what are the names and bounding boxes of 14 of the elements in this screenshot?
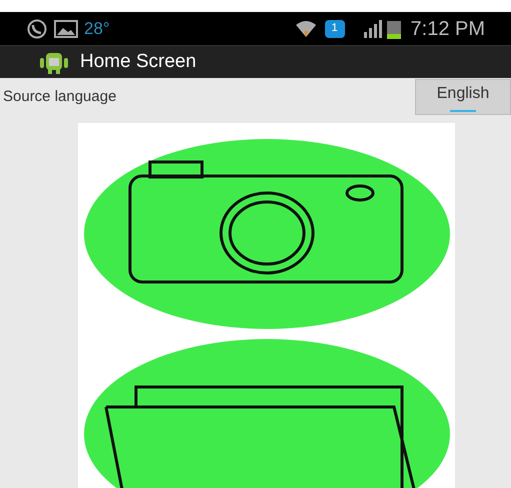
source-language-label: Source language — [3, 86, 116, 107]
android-robot-icon — [40, 50, 68, 74]
wifi-icon — [294, 18, 317, 38]
phone-chat-icon — [26, 18, 48, 38]
screen-title: Home Screen — [80, 50, 196, 74]
image-icon — [54, 20, 78, 38]
signal-icon — [362, 20, 383, 38]
temperature: 28° — [84, 18, 110, 40]
clock-time: 7:12 PM — [410, 16, 485, 42]
folder-button[interactable] — [84, 339, 450, 488]
battery-icon — [386, 18, 401, 38]
camera-button[interactable] — [84, 139, 450, 329]
notification-badge: 1 — [324, 20, 345, 38]
language-dropdown[interactable]: English — [415, 79, 511, 115]
